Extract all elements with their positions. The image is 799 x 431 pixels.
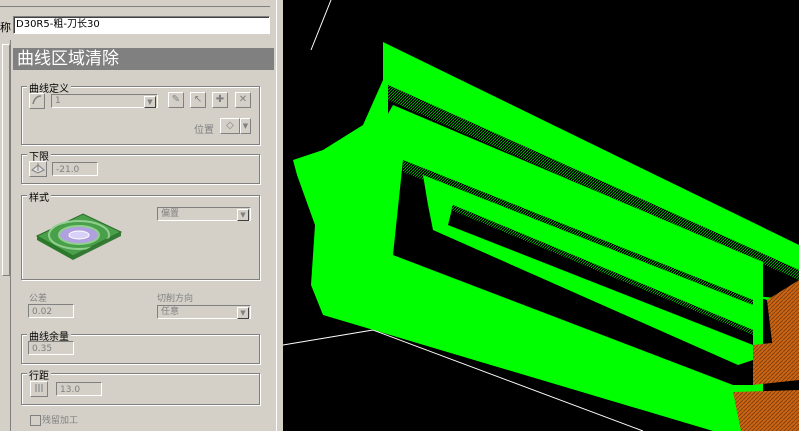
strategy-name-input[interactable]: D30R5-粗-刀长30 xyxy=(13,16,270,34)
top-divider xyxy=(0,0,270,7)
position-label: 位置 xyxy=(194,125,214,136)
position-icon[interactable]: ◇ xyxy=(220,118,240,134)
cut-direction-value: 任意 xyxy=(161,307,180,317)
position-dropdown-icon[interactable]: ▼ xyxy=(240,118,251,134)
strategy-title: 曲线区域清除 xyxy=(13,48,274,70)
tolerance-input[interactable]: 0.02 xyxy=(28,304,74,318)
rest-machining-label: 残留加工 xyxy=(42,416,79,426)
curve-definition-value: 1 xyxy=(55,96,61,106)
chevron-down-icon: ▼ xyxy=(237,307,249,319)
pick-cursor-icon[interactable]: ↖ xyxy=(190,92,206,108)
curve-definition-select[interactable]: 1 ▼ xyxy=(51,94,158,108)
curve-allowance-input[interactable]: 0.35 xyxy=(28,341,74,355)
offset-pattern-preview-icon xyxy=(33,206,123,262)
tolerance-label: 公差 xyxy=(29,294,48,304)
chevron-down-icon: ▼ xyxy=(237,209,249,221)
cut-direction-label: 切削方向 xyxy=(157,294,194,304)
style-label: 样式 xyxy=(27,189,51,204)
cut-direction-select[interactable]: 任意 ▼ xyxy=(157,305,251,319)
panel-splitter[interactable] xyxy=(276,0,283,431)
stepover-input[interactable]: 13.0 xyxy=(56,382,102,396)
name-label: 称 xyxy=(0,21,11,34)
style-select[interactable]: 偏置 ▼ xyxy=(157,207,251,221)
settings-panel: 称 D30R5-粗-刀长30 曲线区域清除 曲线定义 1 ▼ ✎ ↖ ✚ ✕ 位… xyxy=(0,0,283,431)
lower-limit-input[interactable]: -21.0 xyxy=(52,162,98,176)
lower-limit-icon[interactable] xyxy=(29,161,47,177)
left-scroll-strip[interactable] xyxy=(0,40,11,431)
toolpath-view xyxy=(283,0,799,431)
add-curve-icon[interactable]: ✚ xyxy=(212,92,228,108)
chevron-down-icon: ▼ xyxy=(144,96,156,108)
stepover-icon[interactable] xyxy=(30,381,48,397)
delete-curve-icon[interactable]: ✕ xyxy=(235,92,251,108)
graphics-viewport[interactable] xyxy=(283,0,799,431)
stepover-label: 行距 xyxy=(27,367,51,382)
curve-edit-icon[interactable]: ✎ xyxy=(168,92,184,108)
rest-machining-checkbox[interactable] xyxy=(30,415,41,426)
curve-select-icon[interactable] xyxy=(29,93,45,109)
style-value: 偏置 xyxy=(161,209,180,219)
